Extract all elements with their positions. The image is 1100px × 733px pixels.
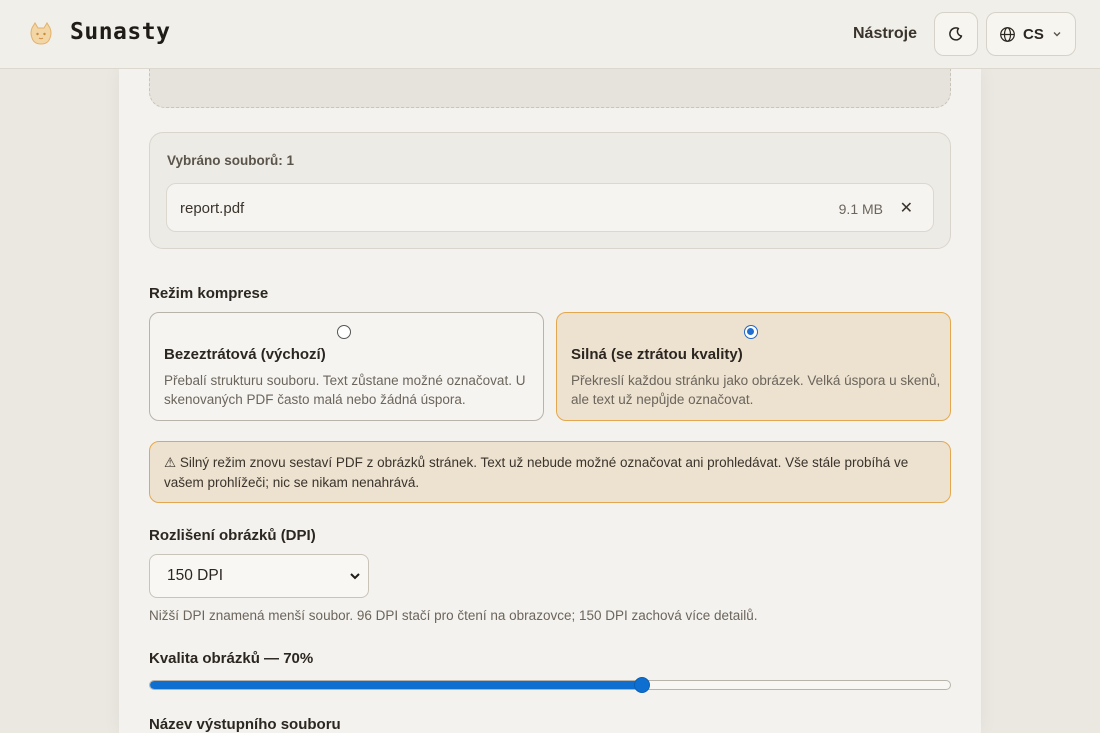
output-filename-label: Název výstupního souboru <box>149 716 341 733</box>
cat-logo-icon[interactable] <box>27 20 55 48</box>
selected-files-count: Vybráno souborů: 1 <box>167 153 295 168</box>
mode-option-lossless[interactable]: Bezeztrátová (výchozí) Přebalí strukturu… <box>149 312 544 421</box>
strong-mode-warning: ⚠ Silný režim znovu sestaví PDF z obrázk… <box>149 441 951 503</box>
mode-option-strong[interactable]: Silná (se ztrátou kvality) Překreslí kaž… <box>556 312 951 421</box>
dpi-label: Rozlišení obrázků (DPI) <box>149 527 316 544</box>
compression-mode-label: Režim komprese <box>149 285 269 302</box>
file-name: report.pdf <box>180 200 245 217</box>
language-select-button[interactable]: CS <box>986 12 1076 56</box>
file-list-item: report.pdf 9.1 MB ✕ <box>166 183 934 232</box>
chevron-down-icon <box>1053 32 1061 37</box>
moon-icon <box>949 27 963 41</box>
dpi-selected-value: 150 DPI <box>167 567 224 584</box>
mode-title-lossless: Bezeztrátová (výchozí) <box>164 346 326 363</box>
dpi-select[interactable]: 150 DPI <box>149 554 369 598</box>
dpi-hint: Nižší DPI znamená menší soubor. 96 DPI s… <box>149 608 758 623</box>
radio-strong[interactable] <box>744 325 758 339</box>
mode-description-lossless: Přebalí strukturu souboru. Text zůstane … <box>164 373 526 407</box>
radio-lossless[interactable] <box>337 325 351 339</box>
brand-name[interactable]: Sunasty <box>70 19 170 45</box>
language-code: CS <box>1023 25 1044 43</box>
file-size: 9.1 MB <box>838 201 883 217</box>
globe-icon <box>1000 26 1015 42</box>
selected-files-card: Vybráno souborů: 1 report.pdf 9.1 MB ✕ <box>149 132 951 249</box>
chevron-down-icon <box>350 573 360 580</box>
quality-slider[interactable] <box>149 680 951 690</box>
nav-tools-link[interactable]: Nástroje <box>853 25 917 43</box>
top-header: Sunasty Nástroje CS <box>0 0 1100 69</box>
remove-file-button[interactable]: ✕ <box>900 198 913 218</box>
mode-title-strong: Silná (se ztrátou kvality) <box>571 346 743 363</box>
quality-label: Kvalita obrázků — 70% <box>149 650 314 667</box>
quality-slider-fill <box>150 681 644 689</box>
mode-description-strong: Překreslí každou stránku jako obrázek. V… <box>571 373 941 407</box>
theme-toggle-button[interactable] <box>934 12 978 56</box>
